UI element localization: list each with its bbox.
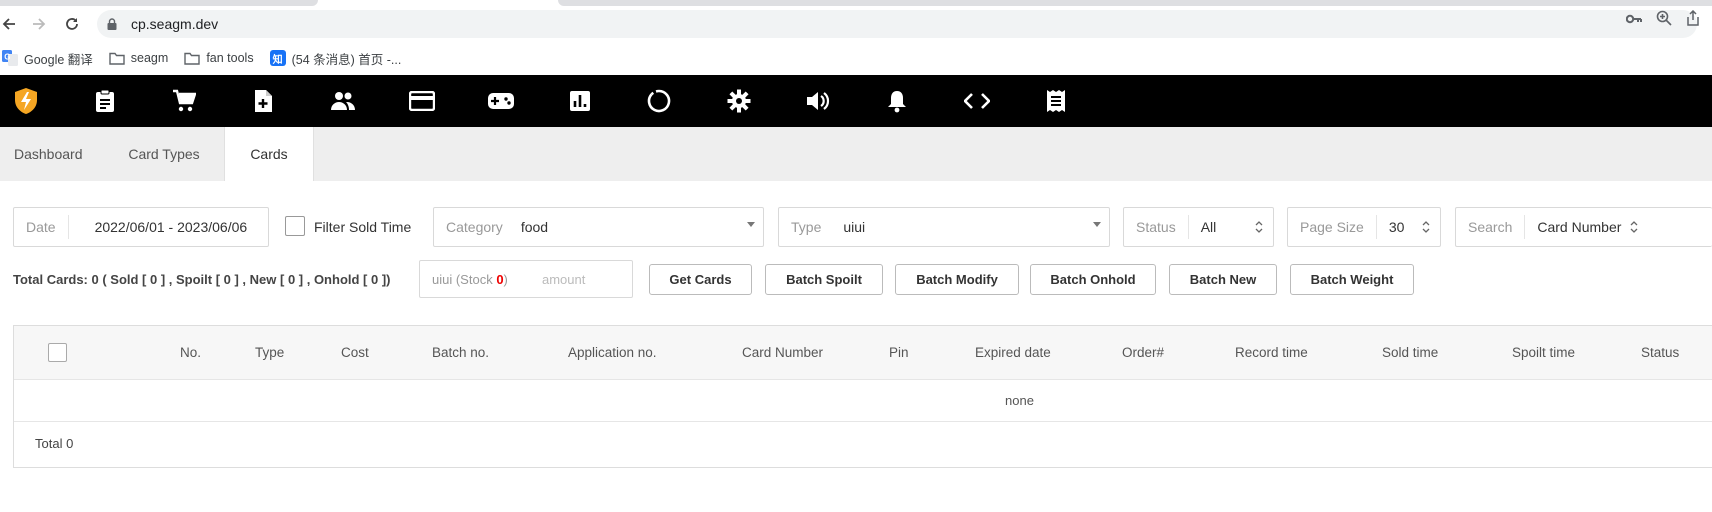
type-label: Type <box>791 219 822 235</box>
filter-sold-time-label: Filter Sold Time <box>314 219 412 235</box>
address-bar[interactable]: cp.seagm.dev <box>97 10 1697 38</box>
key-icon[interactable] <box>1625 11 1642 29</box>
status-select[interactable]: Status All <box>1123 207 1274 247</box>
bookmark-zhihu[interactable]: 知 (54 条消息) 首页 -... <box>269 49 401 68</box>
url-text: cp.seagm.dev <box>131 16 219 32</box>
date-range-value: 2022/06/01 - 2023/06/06 <box>94 219 248 235</box>
users-icon[interactable] <box>329 87 357 115</box>
volume-icon[interactable] <box>804 87 832 115</box>
bar-chart-icon[interactable] <box>566 87 594 115</box>
search-field-select[interactable]: Search Card Number <box>1455 207 1712 247</box>
cards-summary: Total Cards: 0 ( Sold [ 0 ] , Spoilt [ 0… <box>13 272 391 287</box>
tab-dashboard[interactable]: Dashboard <box>0 127 104 181</box>
category-select[interactable]: Category food <box>433 207 764 247</box>
batch-new-button[interactable]: Batch New <box>1169 264 1277 295</box>
table-empty-row: none <box>14 380 1712 422</box>
zhihu-icon: 知 <box>269 50 286 66</box>
column-header-status[interactable]: Status <box>1641 345 1679 360</box>
page-size-select[interactable]: Page Size 30 <box>1287 207 1441 247</box>
column-header-expired-date[interactable]: Expired date <box>975 345 1051 360</box>
status-value: All <box>1200 219 1217 235</box>
cart-icon[interactable] <box>170 87 198 115</box>
lock-icon <box>107 17 121 31</box>
column-header-cost[interactable]: Cost <box>341 345 369 360</box>
date-label: Date <box>14 215 69 239</box>
bookmark-fan-tools-folder[interactable]: fan tools <box>184 50 254 66</box>
table-header: No. Type Cost Batch no. Application no. … <box>14 326 1712 380</box>
bell-icon[interactable] <box>883 87 911 115</box>
app-toolbar <box>0 75 1712 127</box>
refresh-circle-icon[interactable] <box>645 87 673 115</box>
column-header-card-number[interactable]: Card Number <box>742 345 823 360</box>
gamepad-icon[interactable] <box>487 87 515 115</box>
column-header-application-no[interactable]: Application no. <box>568 345 657 360</box>
filter-sold-time-checkbox[interactable] <box>285 216 305 236</box>
updown-arrows-icon <box>1630 221 1638 233</box>
bookmark-google-translate[interactable]: G Google 翻译 <box>2 49 93 68</box>
back-icon[interactable] <box>0 11 22 37</box>
batch-modify-button[interactable]: Batch Modify <box>895 264 1019 295</box>
column-header-sold-time[interactable]: Sold time <box>1382 345 1438 360</box>
share-icon[interactable] <box>1686 9 1700 31</box>
column-header-type[interactable]: Type <box>255 345 284 360</box>
category-label: Category <box>446 219 503 235</box>
chevron-down-icon <box>1093 222 1101 227</box>
google-translate-icon: G <box>2 50 18 66</box>
credit-card-icon[interactable] <box>408 87 436 115</box>
category-value: food <box>520 219 549 235</box>
table-total: Total 0 <box>35 436 74 451</box>
column-header-no[interactable]: No. <box>180 345 201 360</box>
search-field-value: Card Number <box>1537 219 1622 235</box>
stock-label: uiui (Stock 0) <box>432 271 508 287</box>
browser-toolbar: cp.seagm.dev <box>0 6 1712 42</box>
type-select[interactable]: Type uiui <box>778 207 1110 247</box>
app-logo-icon[interactable] <box>12 87 40 115</box>
code-icon[interactable] <box>963 87 991 115</box>
svg-text:G: G <box>4 53 10 62</box>
add-file-icon[interactable] <box>249 87 277 115</box>
stock-amount-field: uiui (Stock 0) amount <box>419 260 633 298</box>
status-label: Status <box>1124 215 1189 239</box>
updown-arrows-icon <box>1255 221 1263 233</box>
column-header-order[interactable]: Order# <box>1122 345 1164 360</box>
updown-arrows-icon <box>1422 221 1430 233</box>
page-size-value: 30 <box>1388 219 1405 235</box>
clipboard-icon[interactable] <box>91 87 119 115</box>
tab-card-types[interactable]: Card Types <box>104 127 224 181</box>
forward-icon[interactable] <box>26 11 52 37</box>
batch-weight-button[interactable]: Batch Weight <box>1290 264 1414 295</box>
amount-input[interactable]: amount <box>532 272 585 287</box>
page-size-label: Page Size <box>1288 215 1377 239</box>
column-header-spoilt-time[interactable]: Spoilt time <box>1512 345 1575 360</box>
select-all-checkbox[interactable] <box>48 343 67 362</box>
batch-onhold-button[interactable]: Batch Onhold <box>1030 264 1156 295</box>
settings-gear-icon[interactable] <box>725 87 753 115</box>
page-tabs: Dashboard Card Types Cards <box>0 127 1712 181</box>
cards-table: No. Type Cost Batch no. Application no. … <box>13 325 1712 468</box>
receipt-icon[interactable] <box>1042 87 1070 115</box>
column-header-batch-no[interactable]: Batch no. <box>432 345 489 360</box>
search-label: Search <box>1456 215 1526 239</box>
column-header-record-time[interactable]: Record time <box>1235 345 1308 360</box>
folder-icon <box>184 50 201 66</box>
bookmark-seagm-folder[interactable]: seagm <box>109 50 168 66</box>
zoom-icon[interactable] <box>1656 10 1672 31</box>
get-cards-button[interactable]: Get Cards <box>649 264 752 295</box>
empty-state-text: none <box>1005 393 1034 408</box>
column-header-pin[interactable]: Pin <box>889 345 909 360</box>
reload-icon[interactable] <box>59 11 85 37</box>
folder-icon <box>109 50 125 66</box>
batch-spoilt-button[interactable]: Batch Spoilt <box>765 264 883 295</box>
tab-cards[interactable]: Cards <box>224 127 314 181</box>
chevron-down-icon <box>747 222 755 227</box>
stock-count: 0 <box>496 271 504 287</box>
date-range-field[interactable]: Date 2022/06/01 - 2023/06/06 <box>13 207 269 247</box>
type-value: uiui <box>843 219 866 235</box>
bookmarks-bar: G Google 翻译 seagm fan tools 知 (54 条消息) 首… <box>0 42 1712 74</box>
